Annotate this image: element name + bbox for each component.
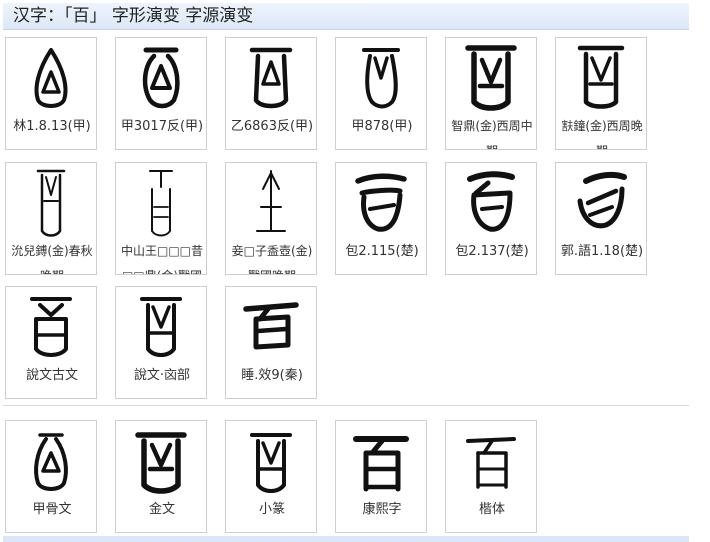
section-divider (3, 405, 689, 406)
chu-slip-glyph-image (562, 167, 640, 239)
glyph-card[interactable]: 甲骨文 (5, 420, 97, 533)
glyph-source-label: 㝬鐘(金)西周晚期 (561, 119, 643, 149)
oracle-bone-glyph-image (342, 42, 420, 114)
glyph-type-label: 楷体 (478, 502, 505, 517)
bronze-glyph-image (122, 425, 200, 497)
glyph-card[interactable]: 妾□子盉壺(金)戰國晚期 (225, 162, 317, 275)
oracle-bone-glyph-image (232, 42, 310, 114)
glyph-source-label: 智鼎(金)西周中期 (451, 119, 533, 149)
glyph-card[interactable]: 楷体 (445, 420, 537, 533)
bronze-glyph-image (122, 167, 200, 239)
glyph-source-label: 沇兒鎛(金)春秋晚期 (11, 244, 93, 274)
glyph-card[interactable]: 金文 (115, 420, 207, 533)
glyph-source-label: 包2.137(楚) (455, 244, 529, 259)
glyph-card[interactable]: 郭.語1.18(楚) (555, 162, 647, 275)
qin-slip-glyph-image (232, 291, 310, 363)
glyph-source-label: 中山王□□□昔□□鼎(金)戰國 (120, 244, 203, 274)
header-bar: 汉字：「百」 字形演变 字源演变 (3, 3, 689, 30)
glyph-source-label: 甲3017反(甲) (120, 119, 204, 134)
glyph-card[interactable]: 中山王□□□昔□□鼎(金)戰國 (115, 162, 207, 275)
bronze-glyph-image (232, 167, 310, 239)
glyph-card[interactable]: 智鼎(金)西周中期 (445, 37, 537, 150)
glyph-type-label: 金文 (148, 502, 175, 517)
glyph-card[interactable]: 沇兒鎛(金)春秋晚期 (5, 162, 97, 275)
glyph-source-label: 睡.效9(秦) (241, 368, 303, 383)
chu-slip-glyph-image (452, 167, 530, 239)
oracle-bone-glyph-image (122, 42, 200, 114)
glyph-card[interactable]: 包2.115(楚) (335, 162, 427, 275)
glyph-source-label: 林1.8.13(甲) (13, 119, 91, 134)
glyph-card[interactable]: 康熙字 (335, 420, 427, 533)
glyph-source-label: 乙6863反(甲) (230, 119, 314, 134)
glyph-card[interactable]: 說文古文 (5, 286, 97, 399)
glyph-type-label: 小篆 (258, 502, 285, 517)
glyph-card[interactable]: 小篆 (225, 420, 317, 533)
glyph-source-label: 甲878(甲) (351, 119, 413, 134)
glyph-type-label: 康熙字 (362, 502, 402, 517)
glyph-card[interactable]: 甲3017反(甲) (115, 37, 207, 150)
glyph-source-label: 妾□子盉壺(金)戰國晚期 (231, 244, 313, 274)
oracle-bone-glyph-image (12, 42, 90, 114)
footer-bar (3, 536, 689, 542)
page-title: 汉字：「百」 字形演变 字源演变 (13, 6, 254, 26)
chu-slip-glyph-image (342, 167, 420, 239)
bronze-glyph-image (452, 42, 530, 114)
glyph-card[interactable]: 㝬鐘(金)西周晚期 (555, 37, 647, 150)
glyph-card[interactable]: 睡.效9(秦) (225, 286, 317, 399)
bronze-glyph-image (12, 167, 90, 239)
glyph-card[interactable]: 包2.137(楚) (445, 162, 537, 275)
glyph-card[interactable]: 說文·㐫部 (115, 286, 207, 399)
glyph-source-label: 包2.115(楚) (345, 244, 419, 259)
small-seal-glyph-image (232, 425, 310, 497)
glyph-source-label: 說文古文 (25, 368, 78, 383)
glyph-source-label: 郭.語1.18(楚) (560, 244, 644, 259)
shuowen-guwen-glyph-image (12, 291, 90, 363)
glyph-card[interactable]: 乙6863反(甲) (225, 37, 317, 150)
shuowen-glyph-image (122, 291, 200, 363)
glyph-source-label: 說文·㐫部 (133, 368, 191, 383)
glyph-type-label: 甲骨文 (32, 502, 72, 517)
page-margin (690, 0, 710, 542)
kangxi-glyph-image (342, 425, 420, 497)
bronze-glyph-image (562, 42, 640, 114)
regular-script-glyph-image (452, 425, 530, 497)
glyph-card[interactable]: 甲878(甲) (335, 37, 427, 150)
glyph-card[interactable]: 林1.8.13(甲) (5, 37, 97, 150)
oracle-bone-glyph-image (12, 425, 90, 497)
